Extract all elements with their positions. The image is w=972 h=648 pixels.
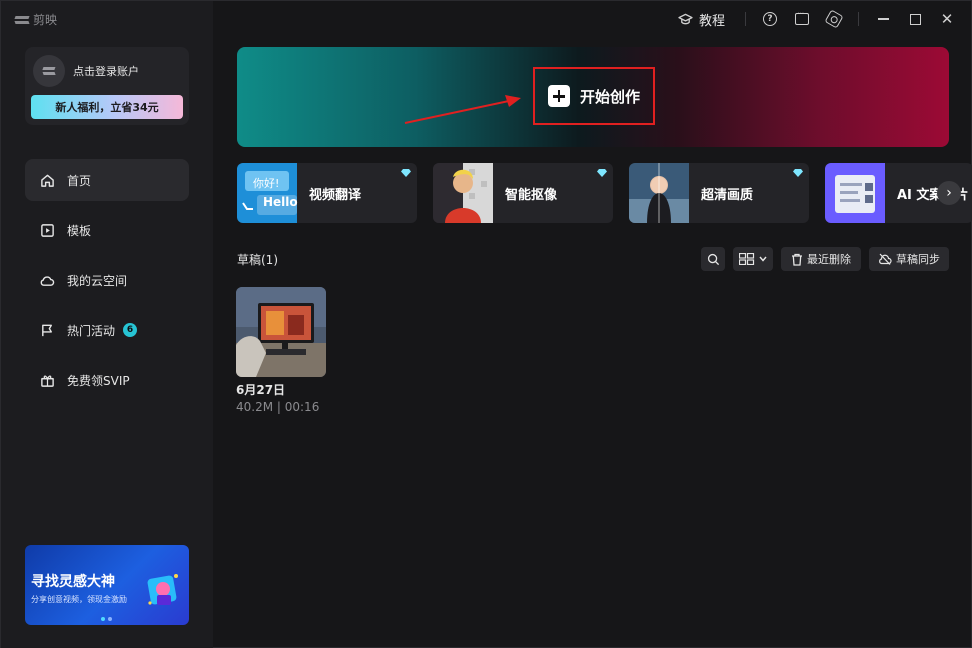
draft-thumbnail-image (236, 287, 326, 377)
translate-thumbnail (237, 163, 297, 223)
maximize-button[interactable] (899, 9, 931, 29)
home-icon (39, 172, 55, 188)
divider (745, 12, 746, 26)
cloud-icon (39, 272, 55, 288)
sidebar-item-events[interactable]: 热门活动 6 (25, 309, 189, 351)
divider (858, 12, 859, 26)
diamond-icon (793, 169, 803, 177)
draft-sync-button[interactable]: 草稿同步 (869, 247, 949, 271)
help-icon: ? (763, 12, 777, 26)
start-creating-button[interactable]: 开始创作 (533, 67, 655, 125)
draft-meta: 40.2M | 00:16 (236, 400, 320, 414)
search-drafts-button[interactable] (701, 247, 725, 271)
chevron-right-icon: › (946, 185, 952, 201)
hd-quality-thumbnail (629, 163, 689, 223)
close-button[interactable]: ✕ (931, 9, 963, 29)
sidebar: 剪映 点击登录账户 新人福利，立省34元 首页 模板 我的云空间 热门活动 6 … (1, 1, 213, 648)
newcomer-promo-button[interactable]: 新人福利，立省34元 (31, 95, 183, 119)
trash-icon (792, 253, 802, 266)
cloud-sync-icon (879, 253, 892, 265)
tutorial-button[interactable]: 教程 (666, 10, 737, 29)
recently-deleted-label: 最近删除 (807, 253, 851, 266)
draft-thumbnail[interactable] (236, 287, 326, 377)
drafts-toolbar: 最近删除 草稿同步 (1, 247, 972, 271)
carousel-dots[interactable] (101, 617, 112, 621)
carousel-dot[interactable] (108, 617, 112, 621)
feature-scroll-next-button[interactable]: › (937, 181, 961, 205)
translate-thumb-text-bottom: Hello (263, 195, 298, 209)
sidebar-item-label: 免费领SVIP (67, 373, 130, 388)
search-icon (707, 253, 719, 265)
settings-button[interactable] (818, 9, 850, 29)
sidebar-nav: 首页 模板 我的云空间 热门活动 6 免费领SVIP (25, 159, 189, 409)
sidebar-item-home[interactable]: 首页 (25, 159, 189, 201)
sidebar-item-label: 热门活动 (67, 323, 116, 338)
feedback-icon (795, 9, 809, 25)
inspiration-banner[interactable]: 寻找灵感大神 分享创意视频，领现金激励 (25, 545, 189, 625)
sidebar-item-label: 首页 (67, 173, 92, 188)
events-count-badge: 6 (123, 323, 138, 337)
feature-label: 超清画质 (701, 188, 754, 203)
feature-cards: 你好! Hello 视频翻译 智能抠像 超清画质 AI 文案成片 (237, 163, 972, 223)
grid-view-icon (739, 253, 755, 265)
start-creating-banner[interactable]: 开始创作 (237, 47, 949, 147)
avatar-logo-icon (43, 66, 55, 76)
feature-label: 智能抠像 (505, 188, 558, 203)
template-icon (39, 222, 55, 238)
account-card: 点击登录账户 新人福利，立省34元 (25, 47, 189, 125)
title-bar: 教程 ? ✕ (1, 1, 972, 37)
tutorial-label: 教程 (698, 13, 725, 29)
app-window: 剪映 点击登录账户 新人福利，立省34元 首页 模板 我的云空间 热门活动 6 … (0, 0, 972, 648)
settings-icon (824, 9, 844, 29)
title-bar-controls: 教程 ? ✕ (666, 9, 963, 29)
diamond-icon (597, 169, 607, 177)
sidebar-item-template[interactable]: 模板 (25, 209, 189, 251)
creator-illustration-icon (147, 574, 178, 605)
graduation-cap-icon (678, 13, 693, 24)
feature-video-translate[interactable]: 你好! Hello 视频翻译 (237, 163, 417, 223)
minimize-button[interactable] (867, 9, 899, 29)
chevron-down-icon (759, 256, 767, 262)
feature-label: 视频翻译 (309, 188, 362, 203)
sidebar-item-svip[interactable]: 免费领SVIP (25, 359, 189, 401)
carousel-dot[interactable] (101, 617, 105, 621)
feature-hd-quality[interactable]: 超清画质 (629, 163, 809, 223)
minimize-icon (877, 18, 889, 20)
plus-icon (547, 85, 570, 107)
avatar[interactable] (33, 55, 65, 87)
start-creating-label: 开始创作 (579, 87, 640, 106)
diamond-icon (401, 169, 411, 177)
view-mode-dropdown[interactable] (733, 247, 773, 271)
recently-deleted-button[interactable]: 最近删除 (781, 247, 861, 271)
translate-thumb-text-top: 你好! (253, 177, 280, 190)
ai-script-thumbnail (825, 163, 885, 223)
sidebar-item-label: 模板 (67, 223, 92, 238)
draft-sync-label: 草稿同步 (896, 253, 940, 266)
feedback-button[interactable] (786, 9, 818, 29)
draft-card[interactable]: 6月27日 40.2M | 00:16 (236, 287, 326, 414)
inspiration-title: 寻找灵感大神 (31, 574, 115, 590)
sidebar-item-label: 我的云空间 (67, 273, 128, 288)
flag-icon (39, 322, 55, 338)
inspiration-subtitle: 分享创意视频，领现金激励 (31, 595, 127, 604)
feature-smart-cutout[interactable]: 智能抠像 (433, 163, 613, 223)
cutout-thumbnail (433, 163, 493, 223)
draft-title: 6月27日 (236, 383, 286, 397)
login-link[interactable]: 点击登录账户 (73, 63, 139, 79)
close-icon: ✕ (940, 9, 954, 28)
maximize-icon (909, 13, 921, 25)
gift-icon (39, 372, 55, 388)
help-button[interactable]: ? (754, 9, 786, 29)
